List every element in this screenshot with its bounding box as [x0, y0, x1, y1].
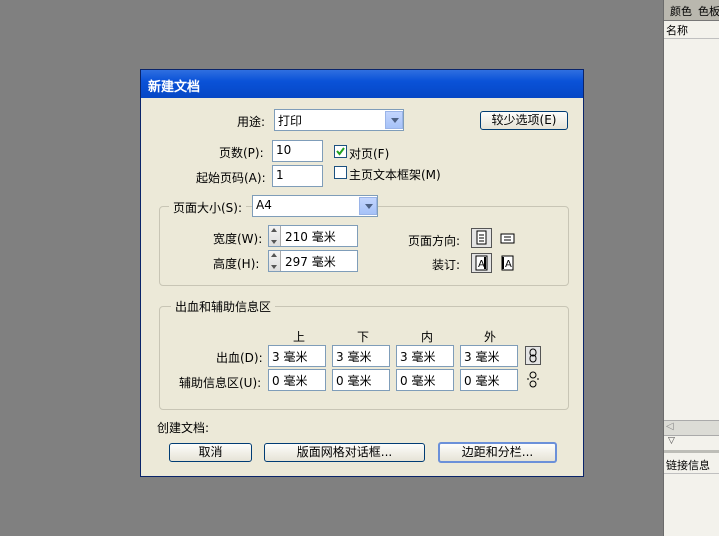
slug-label: 辅助信息区(U): [179, 376, 262, 390]
slug-inside-input[interactable]: 0 毫米 [396, 369, 454, 391]
bleed-inside-value: 3 毫米 [400, 350, 436, 364]
links-info-header: 链接信息 [666, 459, 710, 472]
bleed-slug-group-title: 出血和辅助信息区 [171, 298, 276, 315]
page-size-value: A4 [256, 198, 272, 212]
dialog-titlebar[interactable]: 新建文档 [141, 70, 583, 98]
panel-tab-bar: 颜色 色板 [664, 0, 719, 21]
height-value: 297 毫米 [285, 255, 336, 269]
bleed-top-input[interactable]: 3 毫米 [268, 345, 326, 367]
bleed-inside-input[interactable]: 3 毫米 [396, 345, 454, 367]
horizontal-scrollbar[interactable]: ◁ [664, 420, 719, 436]
margins-columns-button[interactable]: 边距和分栏... [438, 442, 557, 463]
right-to-left-binding-icon: A [501, 255, 514, 271]
intent-label: 用途: [237, 115, 266, 129]
slug-top-input[interactable]: 0 毫米 [268, 369, 326, 391]
fewer-options-button[interactable]: 较少选项(E) [480, 111, 568, 130]
layout-grid-dialog-button[interactable]: 版面网格对话框... [264, 443, 425, 462]
cancel-button[interactable]: 取消 [169, 443, 252, 462]
page-size-dropdown-chevron-icon[interactable] [359, 197, 377, 215]
chain-link-icon [529, 348, 537, 363]
bleed-link-chain-icon[interactable] [525, 346, 541, 365]
new-document-dialog: 新建文档 用途: 打印 较少选项(E) 页数(P): 10 对页(F) 起始页码… [140, 69, 584, 477]
facing-pages-checkbox[interactable] [334, 145, 347, 158]
slug-bottom-input[interactable]: 0 毫米 [332, 369, 390, 391]
slug-outside-value: 0 毫米 [464, 374, 500, 388]
col-inside-header: 内 [421, 330, 434, 344]
slug-top-value: 0 毫米 [272, 374, 308, 388]
slug-inside-value: 0 毫米 [400, 374, 436, 388]
start-page-value: 1 [276, 168, 284, 182]
broken-chain-link-icon [527, 371, 539, 388]
bleed-top-value: 3 毫米 [272, 350, 308, 364]
slug-outside-input[interactable]: 0 毫米 [460, 369, 518, 391]
width-value: 210 毫米 [285, 230, 336, 244]
bleed-bottom-input[interactable]: 3 毫米 [332, 345, 390, 367]
intent-value: 打印 [278, 114, 303, 128]
col-top-header: 上 [293, 330, 306, 344]
height-label: 高度(H): [213, 257, 260, 271]
bleed-outside-input[interactable]: 3 毫米 [460, 345, 518, 367]
pages-input[interactable]: 10 [272, 140, 323, 162]
master-text-frame-label[interactable]: 主页文本框架(M) [349, 166, 441, 183]
left-binding-icon[interactable]: A [471, 253, 492, 273]
dialog-title: 新建文档 [148, 80, 201, 95]
landscape-page-icon [500, 233, 515, 244]
tab-swatches[interactable]: 色板 [698, 3, 719, 19]
bleed-bottom-value: 3 毫米 [336, 350, 372, 364]
svg-text:A: A [505, 259, 512, 270]
scroll-left-arrow-icon[interactable]: ◁ [666, 421, 674, 432]
svg-text:A: A [478, 259, 485, 270]
portrait-orientation-icon[interactable] [471, 228, 492, 248]
col-outside-header: 外 [484, 330, 497, 344]
tab-color[interactable]: 颜色 [670, 3, 692, 19]
portrait-page-icon [476, 230, 487, 245]
master-text-frame-checkbox[interactable] [334, 166, 347, 179]
slug-bottom-value: 0 毫米 [336, 374, 372, 388]
height-spinner-icon[interactable] [269, 251, 281, 271]
width-label: 宽度(W): [213, 232, 263, 246]
pages-value: 10 [276, 143, 292, 157]
left-to-right-binding-icon: A [475, 255, 488, 271]
height-input[interactable]: 297 毫米 [268, 250, 358, 272]
divider [664, 38, 719, 39]
width-spinner-icon[interactable] [269, 226, 281, 246]
collapse-triangle-icon[interactable]: ▽ [668, 436, 675, 446]
bleed-outside-value: 3 毫米 [464, 350, 500, 364]
create-document-label: 创建文档: [157, 421, 210, 435]
checkmark-icon [336, 147, 345, 156]
landscape-orientation-icon[interactable] [499, 230, 517, 247]
pages-label: 页数(P): [219, 146, 264, 160]
orientation-label: 页面方向: [408, 234, 461, 248]
start-page-input[interactable]: 1 [272, 165, 323, 187]
page-size-label: 页面大小(S): [169, 199, 247, 216]
right-binding-icon[interactable]: A [499, 255, 517, 272]
binding-label: 装订: [432, 258, 461, 272]
intent-dropdown-chevron-icon[interactable] [385, 111, 403, 129]
side-panel: 颜色 色板 名称 ◁ ▽ 链接信息 [663, 0, 719, 536]
divider [664, 473, 719, 474]
facing-pages-label[interactable]: 对页(F) [349, 145, 389, 162]
bleed-label: 出血(D): [216, 351, 263, 365]
name-column-header: 名称 [666, 24, 688, 37]
slug-link-chain-icon[interactable] [525, 371, 541, 388]
start-page-label: 起始页码(A): [196, 171, 266, 185]
panel-splitter[interactable] [664, 450, 719, 453]
col-bottom-header: 下 [357, 330, 370, 344]
width-input[interactable]: 210 毫米 [268, 225, 358, 247]
